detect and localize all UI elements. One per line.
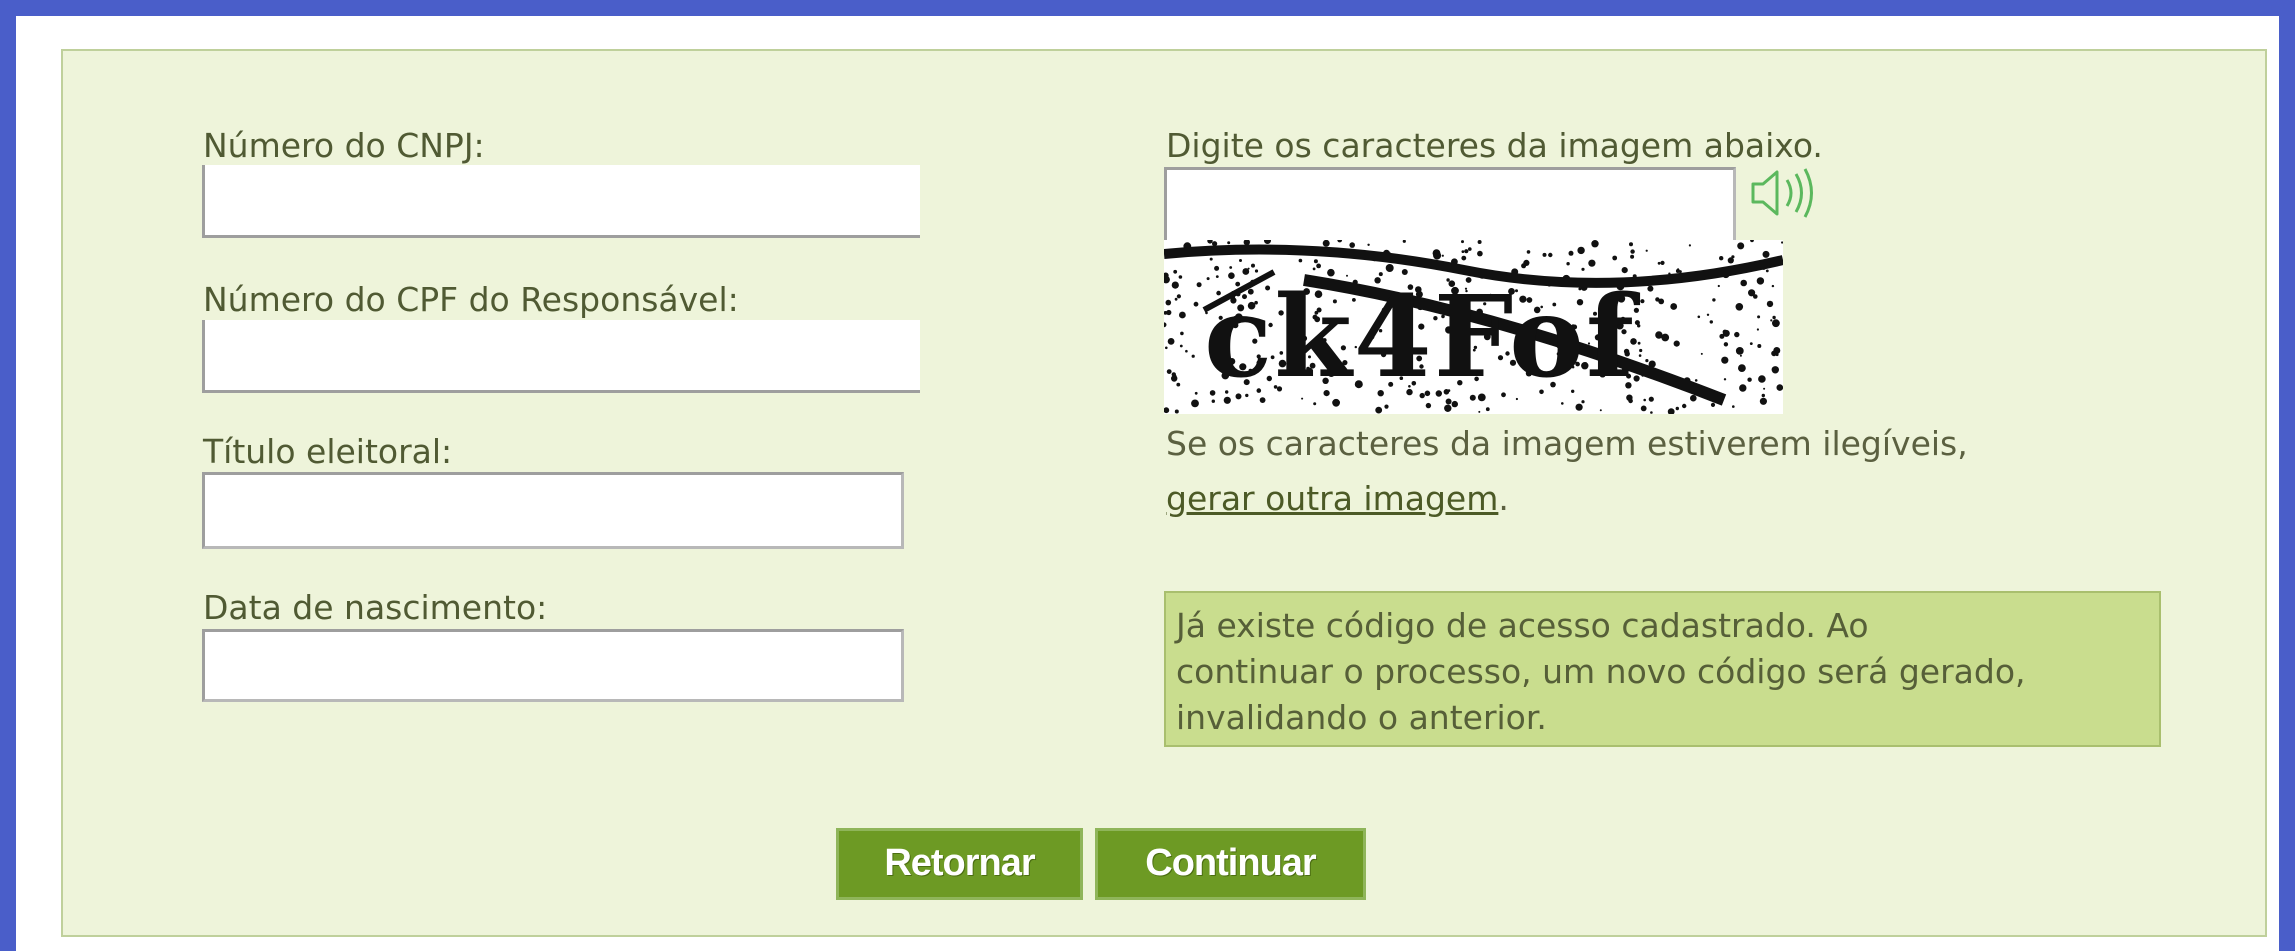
titulo-eleitoral-input[interactable] [202, 472, 904, 549]
cnpj-label: Número do CNPJ: [203, 126, 485, 165]
captcha-regenerate-line: gerar outra imagem. [1166, 479, 1509, 518]
speaker-icon[interactable] [1749, 166, 1819, 220]
captcha-instruction: Digite os caracteres da imagem abaixo. [1166, 126, 1823, 165]
continue-button[interactable]: Continuar [1095, 828, 1366, 900]
notice-line-1: Já existe código de acesso cadastrado. A… [1176, 606, 1869, 645]
notice-line-2: continuar o processo, um novo código ser… [1176, 652, 2026, 691]
captcha-illegible-text: Se os caracteres da imagem estiverem ile… [1166, 424, 1968, 463]
back-button[interactable]: Retornar [836, 828, 1083, 900]
notice-line-3: invalidando o anterior. [1176, 698, 1547, 737]
data-nascimento-input[interactable] [202, 629, 904, 702]
cpf-input[interactable] [202, 320, 920, 393]
access-code-notice: Já existe código de acesso cadastrado. A… [1164, 591, 2161, 747]
regenerate-image-link[interactable]: gerar outra imagem [1166, 479, 1498, 518]
captcha-image: ck4Fof [1164, 240, 1783, 414]
captcha-text: ck4Fof [1204, 272, 1641, 403]
data-nascimento-label: Data de nascimento: [203, 588, 548, 627]
captcha-input[interactable] [1164, 167, 1736, 243]
captcha-noise: ck4Fof [1164, 240, 1783, 414]
titulo-eleitoral-label: Título eleitoral: [203, 432, 453, 471]
cpf-label: Número do CPF do Responsável: [203, 280, 739, 319]
regenerate-suffix: . [1498, 479, 1509, 518]
cnpj-input[interactable] [202, 165, 920, 238]
